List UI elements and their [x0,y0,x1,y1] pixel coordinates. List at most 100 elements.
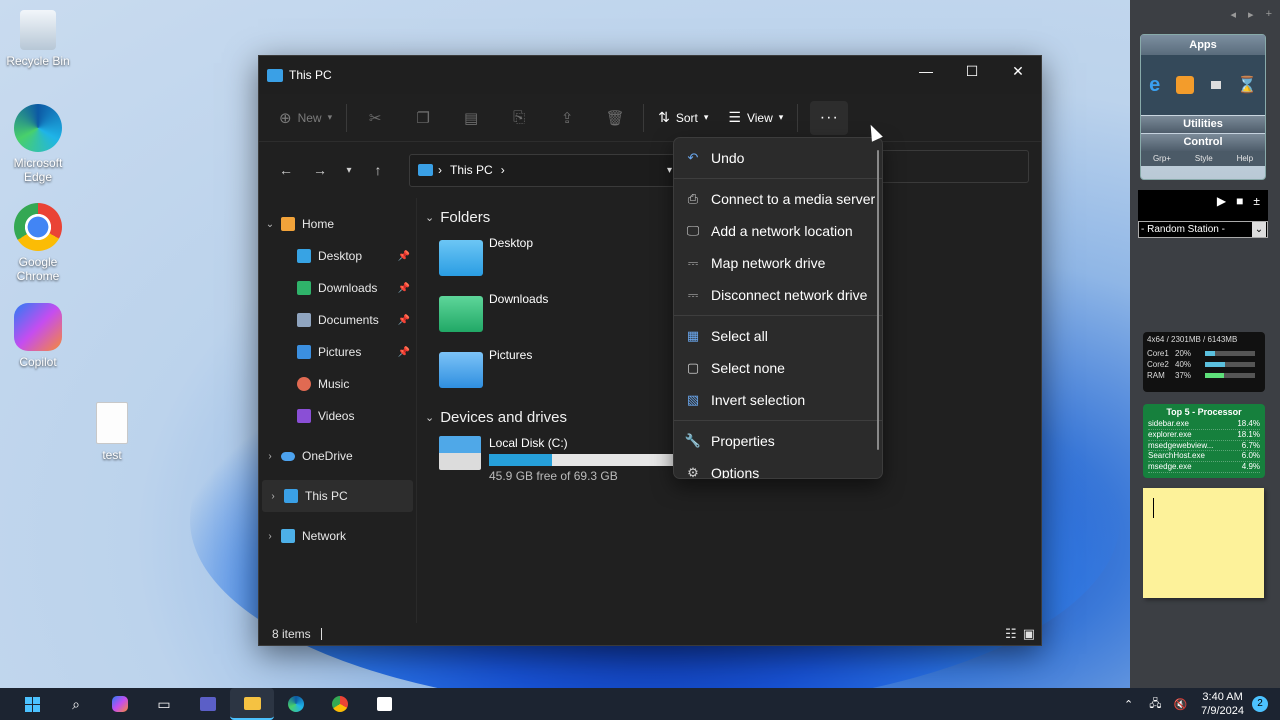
chevron-right-icon[interactable]: › [259,531,281,542]
monitor-icon [284,489,298,503]
file-explorer-icon[interactable] [230,688,274,720]
sidebar-item-label: This PC [305,489,348,503]
back-icon[interactable]: ← [269,153,303,187]
volume-icon[interactable]: ± [1253,194,1260,208]
play-icon[interactable]: ▶ [1217,194,1226,208]
media-player-icon[interactable] [1176,76,1195,94]
menu-divider [674,420,882,421]
start-icon[interactable] [10,688,54,720]
copilot-icon[interactable] [98,688,142,720]
internet-explorer-icon[interactable]: e [1149,74,1160,97]
share-icon[interactable]: ⇪ [543,101,591,135]
desktop-icon-copilot[interactable]: Copilot [0,303,76,369]
close-icon[interactable]: ✕ [995,56,1041,86]
menu-item-connect-media-server[interactable]: ⎙ Connect to a media server [674,183,882,215]
apps-gadget-icons: e ⌛ [1141,55,1265,115]
style-tab[interactable]: Style [1195,151,1213,166]
downloads-folder-icon [439,296,483,332]
sidebar-item-this-pc[interactable]: › This PC [262,480,413,512]
chevron-right-icon[interactable]: › [262,491,284,502]
store-icon[interactable] [362,688,406,720]
menu-item-select-all[interactable]: ▦ Select all [674,320,882,352]
menu-item-label: Map network drive [711,255,826,271]
process-value: 18.4% [1237,419,1260,428]
new-button[interactable]: ⊕ New ▾ [269,101,342,135]
maximize-icon[interactable]: ☐ [949,56,995,86]
view-button[interactable]: ☰ View ▾ [718,101,793,135]
edge-icon[interactable] [274,688,318,720]
title-bar[interactable]: This PC — ☐ ✕ [259,56,1041,94]
sidebar-item-network[interactable]: › Network [259,520,416,552]
sidebar-next-icon[interactable]: ▸ [1248,8,1254,21]
minimize-icon[interactable]: — [903,56,949,86]
stop-icon[interactable]: ■ [1236,194,1243,208]
help-tab[interactable]: Help [1237,151,1253,166]
menu-item-select-none[interactable]: ▢ Select none [674,352,882,384]
sort-button[interactable]: ⇅ Sort ▾ [648,101,718,135]
sidebar-item-pictures[interactable]: Pictures 📌 [259,336,416,368]
menu-item-disconnect-network-drive[interactable]: ⎓ Disconnect network drive [674,279,882,311]
sidebar-add-icon[interactable]: + [1266,8,1272,21]
cut-icon[interactable]: ✂ [351,101,399,135]
pictures-folder-icon [439,352,483,388]
menu-item-options[interactable]: ⚙ Options [674,457,882,478]
address-bar[interactable]: › This PC › ▾ [409,153,681,187]
sidebar-item-videos[interactable]: Videos [259,400,416,432]
chevron-down-icon[interactable]: ⌄ [259,219,281,230]
hourglass-icon[interactable]: ⌛ [1237,75,1257,95]
desktop-icon-label: Copilot [19,355,57,369]
sidebar-item-label: OneDrive [302,449,353,463]
utilities-button[interactable]: Utilities [1141,116,1265,133]
chevron-up-icon[interactable]: ⌃ [1124,698,1133,711]
desktop-icon-edge[interactable]: Microsoft Edge [0,104,76,184]
menu-item-add-network-location[interactable]: 🖵 Add a network location [674,215,882,247]
menu-item-map-network-drive[interactable]: ⎓ Map network drive [674,247,882,279]
desktop-icon-label: test [102,448,122,462]
notification-badge[interactable]: 2 [1252,696,1268,712]
sidebar-item-downloads[interactable]: Downloads 📌 [259,272,416,304]
menu-scrollbar[interactable] [877,150,879,450]
desktop-icon-label: Google Chrome [16,255,60,283]
cpu-row-value: 20% [1175,349,1192,358]
tiles-view-icon[interactable]: ▣ [1023,626,1035,642]
up-icon[interactable]: ↑ [361,153,395,187]
volume-muted-icon[interactable]: 🔇 [1173,698,1187,711]
more-options-button[interactable]: ··· [810,100,849,135]
desktop-icon-recycle-bin[interactable]: Recycle Bin [0,10,76,68]
sidebar-item-music[interactable]: Music [259,368,416,400]
menu-item-undo[interactable]: ↶ Undo [674,142,882,174]
sidebar-item-onedrive[interactable]: › OneDrive [259,440,416,472]
menu-item-invert-selection[interactable]: ▧ Invert selection [674,384,882,416]
desktop-icon-test[interactable]: test [74,402,150,462]
app-window-icon[interactable] [1210,81,1221,89]
control-button[interactable]: Control [1141,134,1265,151]
menu-item-label: Disconnect network drive [711,287,868,303]
drive-usage-bar [489,454,674,466]
recent-locations-icon[interactable]: ▾ [337,153,361,187]
address-history-icon[interactable]: ▾ [667,165,672,176]
paste-icon[interactable]: ▤ [447,101,495,135]
menu-item-properties[interactable]: 🔧 Properties [674,425,882,457]
delete-icon[interactable]: 🗑 [591,101,639,135]
teams-icon[interactable] [186,688,230,720]
rename-icon[interactable]: ⎘ [495,101,543,135]
breadcrumb-this-pc[interactable]: This PC [450,163,493,177]
sidebar-item-home[interactable]: ⌄ Home [259,208,416,240]
group-add-tab[interactable]: Grp+ [1153,151,1171,166]
copy-icon[interactable]: ❐ [399,101,447,135]
task-view-icon[interactable]: ▭ [142,688,186,720]
search-icon[interactable]: ⌕ [54,688,98,720]
details-view-icon[interactable]: ☷ [1005,626,1017,642]
station-select[interactable]: - Random Station - ⌄ [1138,221,1268,238]
section-title: Folders [440,208,491,226]
clock[interactable]: 3:40 AM 7/9/2024 [1201,690,1244,718]
forward-icon[interactable]: → [303,153,337,187]
sidebar-item-documents[interactable]: Documents 📌 [259,304,416,336]
sidebar-item-desktop[interactable]: Desktop 📌 [259,240,416,272]
chrome-icon[interactable] [318,688,362,720]
chevron-right-icon[interactable]: › [259,451,281,462]
desktop-icon-chrome[interactable]: Google Chrome [0,203,76,283]
sticky-note-gadget[interactable] [1143,488,1264,598]
sidebar-prev-icon[interactable]: ◂ [1231,8,1237,21]
network-status-icon[interactable]: 🖧 [1149,695,1161,714]
